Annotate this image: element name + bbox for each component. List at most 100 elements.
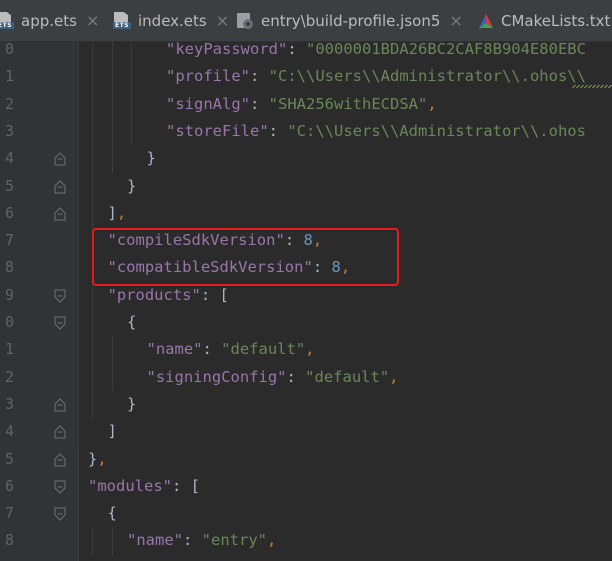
code-token: "C:\\Users\\Administrator\\.ohos	[287, 121, 586, 140]
code-token: "default"	[305, 367, 390, 386]
typo-squiggle	[572, 85, 612, 89]
code-token: "C:\\Users\\Administrator\\.ohos\\	[268, 67, 586, 86]
line-number: 1	[4, 67, 14, 86]
code-token: "name"	[146, 340, 203, 359]
code-token: {	[127, 313, 137, 331]
code-line: },	[88, 446, 107, 473]
line-number: 2	[4, 367, 14, 386]
indent-guide	[111, 336, 113, 391]
fold-end-icon[interactable]	[54, 179, 66, 194]
line-number: 3	[4, 394, 14, 413]
ets-file-icon: ETS	[0, 12, 14, 29]
code-token: }	[127, 394, 137, 413]
line-number: 1	[4, 340, 14, 359]
gear-json-icon	[236, 12, 254, 30]
code-token: ,	[97, 449, 107, 468]
line-number: 7	[4, 504, 14, 523]
tab-index-ets[interactable]: ETS index.ets ×	[113, 0, 229, 41]
code-token: ,	[305, 340, 315, 359]
line-number: 0	[4, 313, 14, 331]
code-line: "signingConfig": "default",	[147, 364, 399, 391]
code-token: ]	[107, 422, 117, 441]
close-icon[interactable]: ×	[449, 11, 462, 30]
tab-label: CMakeLists.txt	[501, 11, 611, 30]
code-token: :	[250, 67, 269, 86]
fold-start-icon[interactable]	[54, 507, 66, 521]
code-line: ],	[108, 200, 127, 227]
fold-end-icon[interactable]	[54, 398, 66, 412]
line-number: 9	[4, 285, 14, 304]
code-token: ,	[116, 203, 127, 222]
line-number: 5	[4, 176, 14, 195]
code-token: :	[287, 42, 306, 58]
code-token: ]	[107, 203, 117, 222]
close-icon[interactable]: ×	[216, 11, 229, 30]
code-token: "entry"	[201, 531, 267, 550]
code-token: }	[88, 449, 98, 468]
code-token: :	[250, 94, 269, 113]
line-number: 6	[4, 203, 14, 222]
line-number: 2	[4, 94, 14, 113]
line-number: 3	[4, 121, 14, 140]
code-line: }	[127, 173, 136, 200]
tab-build-profile[interactable]: entry\build-profile.json5 ×	[236, 0, 463, 41]
tab-label: app.ets	[21, 11, 77, 30]
line-number: 7	[4, 231, 14, 250]
fold-end-icon[interactable]	[54, 152, 66, 166]
fold-end-icon[interactable]	[54, 207, 66, 221]
code-line: "name": "entry",	[127, 527, 276, 554]
code-token: ,	[389, 367, 399, 386]
code-token: "storeFile"	[166, 121, 269, 140]
code-token: "0000001BDA26BC2CAF8B904E80EBC	[306, 42, 586, 58]
indent-guide	[92, 527, 93, 555]
indent-guide	[111, 527, 113, 555]
code-token: ,	[267, 531, 277, 550]
code-token: {	[107, 504, 117, 523]
code-token: "products"	[107, 285, 201, 304]
tab-label: entry\build-profile.json5	[261, 11, 441, 30]
code-line: "name": "default",	[147, 336, 315, 363]
code-token: "name"	[127, 531, 183, 550]
fold-end-icon[interactable]	[54, 425, 66, 439]
indent-guide	[131, 42, 132, 146]
code-editor[interactable]: 0 1 2 3 4 5 6 7 8 9 0 1 2 3 4 5 6 7 8 "keyPassword": "0000…	[0, 42, 612, 561]
code-token: "signingConfig"	[146, 367, 287, 386]
editor-tab-bar: ETS app.ets × ETS index.ets × entry\buil…	[0, 0, 612, 42]
code-token: [	[219, 285, 229, 304]
cmake-icon	[478, 13, 494, 29]
code-token: "signAlg"	[166, 94, 250, 113]
code-line: {	[127, 309, 136, 336]
tab-app-ets[interactable]: ETS app.ets ×	[0, 0, 99, 41]
fold-end-icon[interactable]	[54, 452, 66, 467]
code-token: ,	[427, 94, 437, 113]
line-number: 8	[4, 258, 14, 277]
code-token: :	[183, 531, 202, 550]
code-line: "keyPassword": "0000001BDA26BC2CAF8B904E…	[166, 42, 586, 63]
code-token: :	[286, 367, 306, 386]
line-number: 0	[4, 42, 14, 58]
highlight-annotation-box	[92, 228, 399, 286]
ets-file-icon: ETS	[113, 12, 131, 29]
tab-cmakelists[interactable]: CMakeLists.txt ×	[478, 0, 612, 41]
line-number: 8	[4, 531, 14, 550]
code-line: "profile": "C:\\Users\\Administrator\\.o…	[166, 63, 586, 90]
code-token: "default"	[221, 340, 306, 359]
code-token: :	[172, 476, 191, 495]
line-number: 4	[4, 149, 14, 168]
code-line: {	[108, 500, 117, 527]
code-line: }	[147, 145, 156, 172]
code-token: "SHA256withECDSA"	[268, 94, 428, 113]
line-number-gutter: 0 1 2 3 4 5 6 7 8 9 0 1 2 3 4 5 6 7 8	[0, 42, 78, 561]
indent-guide	[72, 42, 74, 446]
fold-start-icon[interactable]	[54, 316, 66, 330]
fold-start-icon[interactable]	[54, 480, 66, 494]
fold-start-icon[interactable]	[54, 289, 66, 303]
code-line: "modules": [	[88, 473, 200, 500]
code-line: }	[127, 391, 136, 418]
code-token: :	[200, 285, 220, 304]
tab-label: index.ets	[138, 11, 207, 30]
code-token: "keyPassword"	[166, 42, 288, 58]
code-token: }	[146, 149, 156, 168]
line-number: 6	[4, 476, 14, 495]
close-icon[interactable]: ×	[86, 11, 99, 30]
